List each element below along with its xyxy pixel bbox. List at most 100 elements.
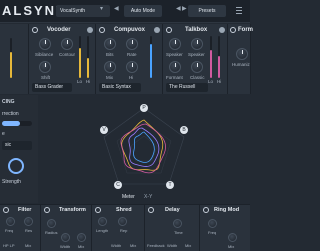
knob-label: Contour [59, 52, 76, 57]
auto-mode-button[interactable]: Auto Mode [124, 5, 162, 17]
delay-power-icon[interactable] [148, 207, 154, 213]
freq-knob[interactable] [6, 217, 15, 226]
knob-label: Feedback [147, 243, 165, 248]
knob-label: Rep [120, 228, 128, 233]
top-bar: ALSYNTH VocalSynth ▾ ◀ Auto Mode ◀ ▶ Pre… [0, 0, 250, 23]
vocoder-mode-dropdown[interactable]: Bass Grader [32, 83, 72, 92]
bits-knob[interactable] [104, 38, 116, 50]
menu-icon-line [236, 10, 242, 11]
pitch-correction-panel: CING rrection e sic Strength [0, 95, 38, 203]
compuvox-mode-dropdown[interactable]: Basic Syntax [99, 83, 141, 92]
radius-knob[interactable] [47, 219, 56, 228]
talkbox-title: Talkbox [185, 27, 208, 33]
knob-label: Radius [45, 230, 58, 235]
knob-label: Mix [185, 243, 192, 248]
shred-power-icon[interactable] [95, 207, 101, 213]
arrow-right-icon[interactable]: ▶ [182, 5, 187, 12]
menu-icon[interactable] [236, 7, 242, 8]
width-knob[interactable] [61, 233, 70, 242]
knob-label: Classic [190, 75, 205, 80]
formant-power-icon[interactable] [230, 27, 236, 33]
vocoder-lo-slider[interactable] [79, 36, 81, 78]
ring-mod-title: Ring Mod [214, 207, 240, 213]
talkbox-power-icon[interactable] [166, 27, 172, 33]
info-icon[interactable] [219, 27, 225, 33]
humanize-knob[interactable] [236, 48, 248, 60]
xy-toggle[interactable]: X-Y [144, 194, 152, 200]
talkbox-lo-slider[interactable] [210, 36, 212, 78]
knob-label: Freq [5, 228, 14, 233]
knob-label: Rate [127, 52, 137, 57]
strength-knob[interactable] [8, 158, 24, 174]
contour-knob[interactable] [61, 38, 73, 50]
length-knob[interactable] [98, 217, 107, 226]
correction-toggle[interactable] [2, 121, 32, 126]
ring-mix-knob[interactable] [228, 233, 237, 242]
transform-power-icon[interactable] [44, 207, 50, 213]
vertex-t-marker[interactable]: T [166, 181, 174, 189]
filter-panel: Filter Freq Res HP LP Mix [0, 205, 41, 251]
sibilance-knob[interactable] [39, 38, 51, 50]
speaker-b-knob[interactable] [191, 38, 203, 50]
mix-knob[interactable] [77, 233, 86, 242]
chevron-down-icon[interactable]: ▾ [100, 5, 103, 12]
rate-knob[interactable] [126, 38, 138, 50]
formant-title: Form [238, 27, 253, 33]
shred-title: Shred [116, 207, 132, 213]
scale-dropdown[interactable]: sic [2, 141, 32, 150]
vocoder-hi-slider[interactable] [87, 36, 89, 78]
ring-freq-knob[interactable] [208, 219, 217, 228]
knob-label: Speaker [166, 52, 183, 57]
knob-label: Freq [208, 230, 217, 235]
input-slider[interactable] [10, 38, 12, 78]
info-icon[interactable] [154, 27, 160, 33]
mix-knob[interactable] [104, 61, 116, 73]
talkbox-hi-slider[interactable] [218, 36, 220, 78]
transform-title: Transform [59, 207, 86, 213]
formant-panel: Form Humaniz [228, 24, 253, 94]
ring-mod-power-icon[interactable] [203, 207, 209, 213]
vocoder-power-icon[interactable] [32, 27, 38, 33]
knob-label: Shift [41, 75, 51, 80]
rep-knob[interactable] [118, 217, 127, 226]
vertex-p-marker[interactable]: P [140, 104, 148, 112]
slider-label: Hi [217, 79, 222, 84]
res-knob[interactable] [24, 217, 33, 226]
hi-knob[interactable] [126, 61, 138, 73]
speaker-knob[interactable] [169, 38, 181, 50]
slider-label: Lo [208, 79, 214, 84]
knob-label: Width [111, 243, 122, 248]
compuvox-power-icon[interactable] [99, 27, 105, 33]
presets-button[interactable]: Presets [188, 5, 226, 17]
mode-label: e [2, 131, 5, 137]
talkbox-mode-dropdown[interactable]: The Russell [166, 83, 208, 92]
previous-preset-icon[interactable]: ◀ [114, 5, 119, 12]
delay-panel: Delay Time Feedback Width Mix [145, 205, 200, 251]
info-icon[interactable] [87, 27, 93, 33]
vocoder-panel: Vocoder Sibilance Contour Shift Lo Hi Ba… [29, 24, 96, 94]
knob-label: Length [96, 228, 109, 233]
vertex-v-marker[interactable]: V [100, 126, 108, 134]
knob-label: Speaker [188, 52, 205, 57]
classic-knob[interactable] [191, 61, 203, 73]
shift-knob[interactable] [39, 61, 51, 73]
compuvox-panel: Compuvox Bits Rate Mix Hi Basic Syntax [96, 24, 163, 94]
knob-label: Humaniz [232, 62, 250, 67]
knob-label: Mix [25, 243, 32, 248]
compuvox-title: Compuvox [114, 27, 146, 33]
formant-knob[interactable] [169, 61, 181, 73]
compuvox-slider[interactable] [150, 36, 152, 78]
knob-label: Bits [106, 52, 114, 57]
filter-power-icon[interactable] [3, 207, 9, 213]
meter-toggle[interactable]: Meter [122, 194, 135, 200]
delay-title: Delay [165, 207, 180, 213]
knob-label: Res [25, 228, 33, 233]
vocoder-title: Vocoder [47, 27, 71, 33]
time-knob[interactable] [173, 219, 182, 228]
arrow-left-icon[interactable]: ◀ [176, 5, 181, 12]
vertex-c-marker[interactable]: C [114, 181, 122, 189]
transform-panel: Transform Radius Width Mix [41, 205, 92, 251]
shred-panel: Shred Length Rep Width Mix [92, 205, 145, 251]
slider-label: Lo [77, 79, 83, 84]
vertex-b-marker[interactable]: B [180, 126, 188, 134]
